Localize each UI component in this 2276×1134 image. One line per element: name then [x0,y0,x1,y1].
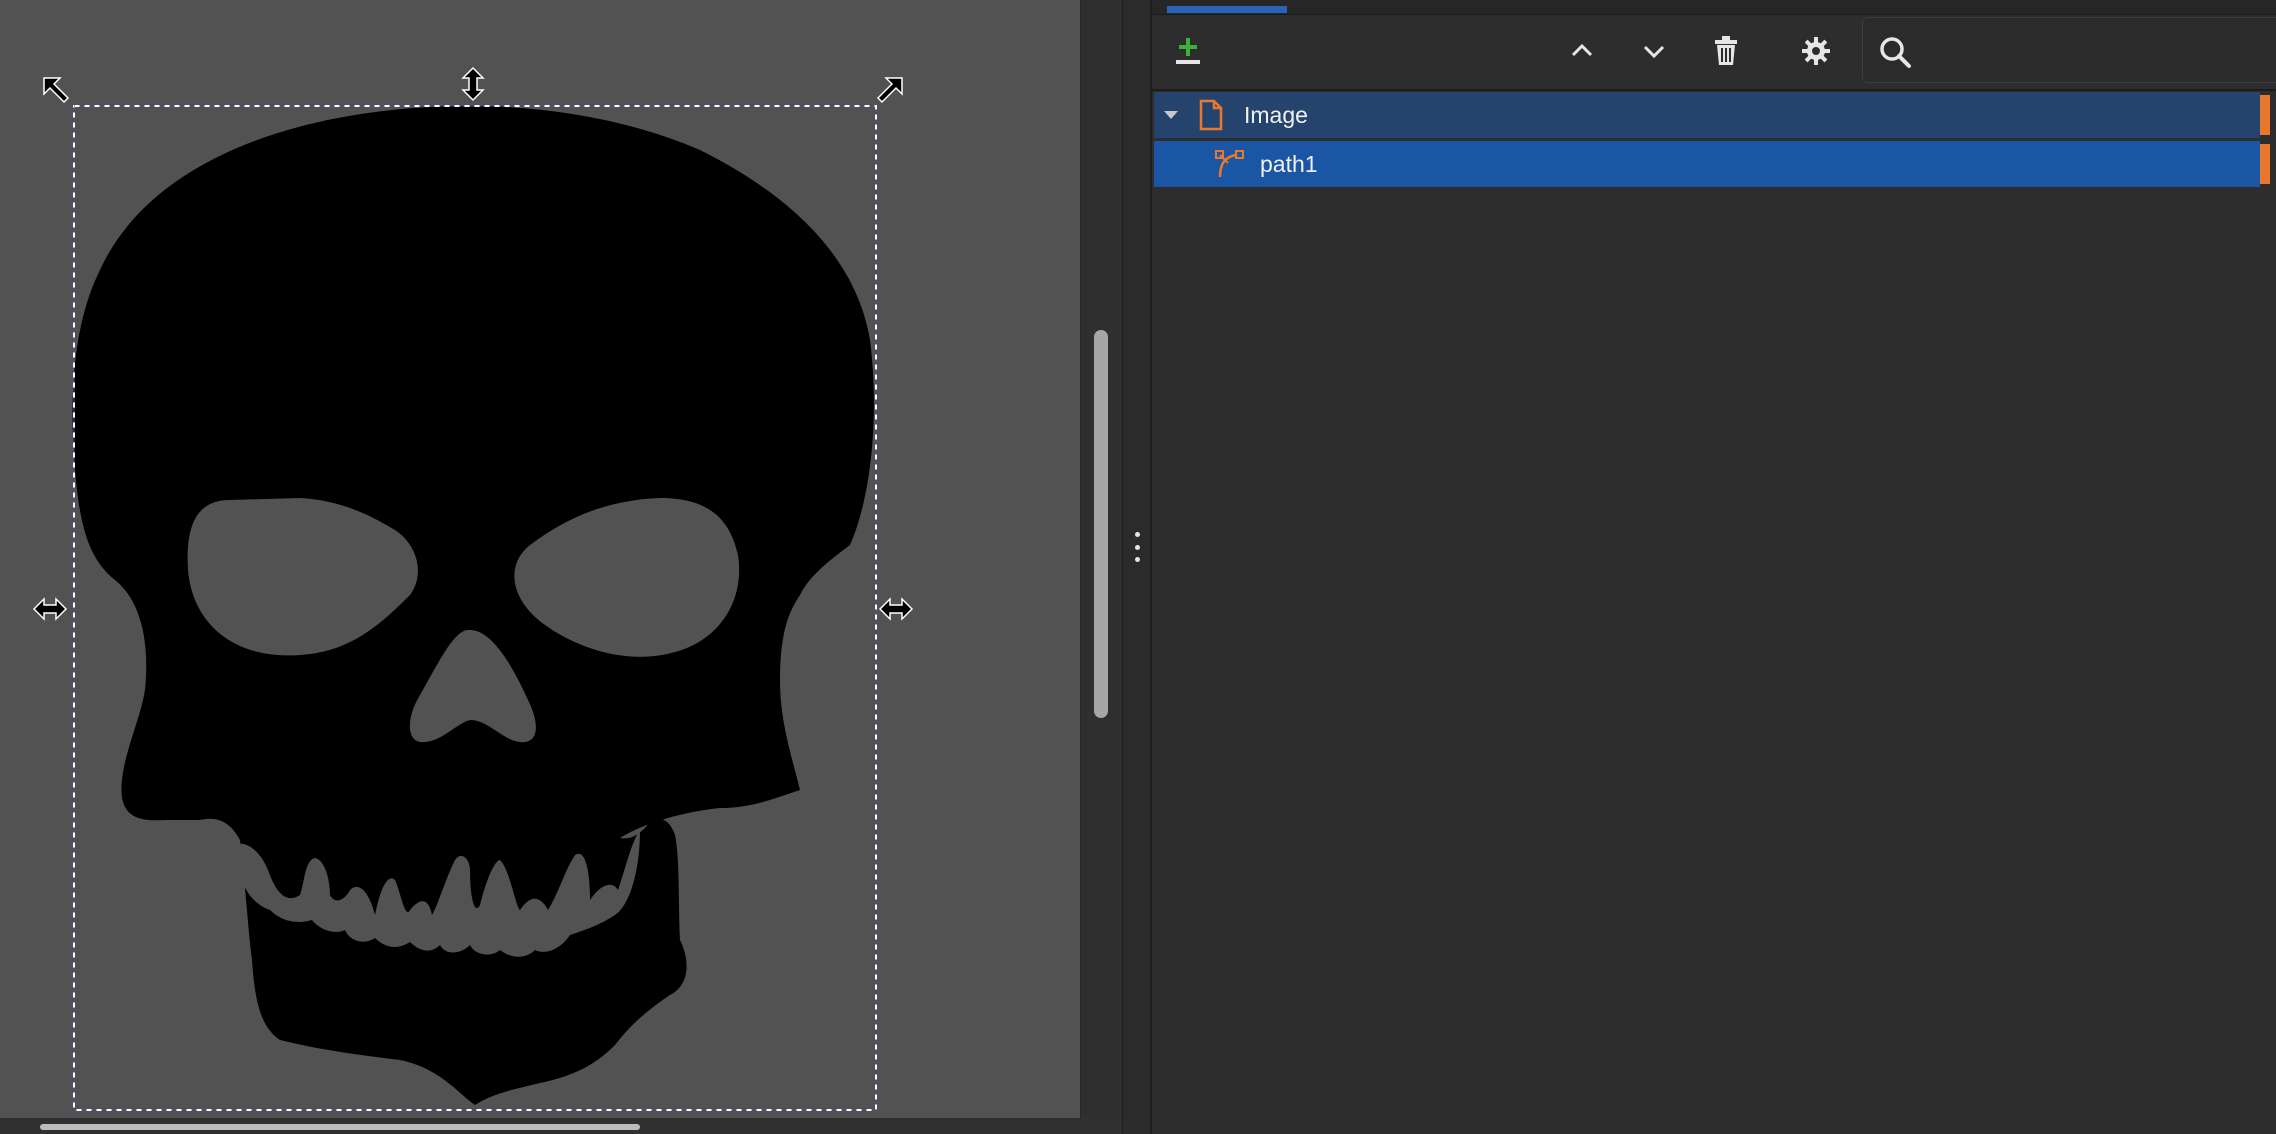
chevron-down-icon [1643,45,1665,59]
dock-handle-icon[interactable] [1130,532,1144,562]
resize-handle-top[interactable] [461,66,485,102]
canvas-area[interactable] [0,0,1080,1118]
raise-layer-button[interactable] [1558,29,1606,73]
layer-color-marker [2260,95,2270,135]
horizontal-scrollbar-thumb[interactable] [40,1124,640,1130]
layer-settings-button[interactable] [1792,29,1840,73]
dock-divider[interactable] [1122,0,1151,1134]
lower-layer-button[interactable] [1630,29,1678,73]
skull-path[interactable] [72,106,874,1105]
layers-list-empty-area[interactable] [1154,190,2264,1134]
scrollbar-thumb[interactable] [1094,330,1108,718]
search-icon [1880,37,1911,68]
layers-panel: Image path1 [1150,0,2276,1134]
canvas-vertical-scrollbar[interactable] [1080,0,1123,1118]
chevron-up-icon [1571,43,1593,57]
canvas-drawing[interactable] [0,0,1080,1118]
resize-handle-top-right[interactable] [876,77,903,104]
search-box[interactable] [1862,17,2276,83]
layer-label: path1 [1260,150,1318,177]
resize-handle-top-left[interactable] [43,77,70,104]
add-layer-icon [1176,38,1200,64]
panel-tab-bar [1152,0,2276,15]
layer-row-image[interactable]: Image [1154,92,2270,138]
add-layer-button[interactable] [1164,29,1212,73]
path-icon [1215,150,1244,178]
trash-icon [1715,36,1737,65]
document-icon [1199,99,1223,131]
delete-layer-button[interactable] [1702,29,1750,73]
layer-row-path1[interactable]: path1 [1154,141,2270,187]
search-input[interactable] [1863,17,2276,83]
expand-triangle-icon[interactable] [1162,106,1180,124]
resize-handle-right[interactable] [878,597,914,621]
gear-icon [1802,37,1830,65]
layer-label: Image [1244,101,1308,128]
layer-color-marker [2260,144,2270,184]
active-tab-indicator[interactable] [1167,6,1287,13]
resize-handle-left[interactable] [32,597,68,621]
layers-toolbar [1152,15,2276,91]
canvas-horizontal-scrollbar[interactable] [0,1118,1122,1134]
